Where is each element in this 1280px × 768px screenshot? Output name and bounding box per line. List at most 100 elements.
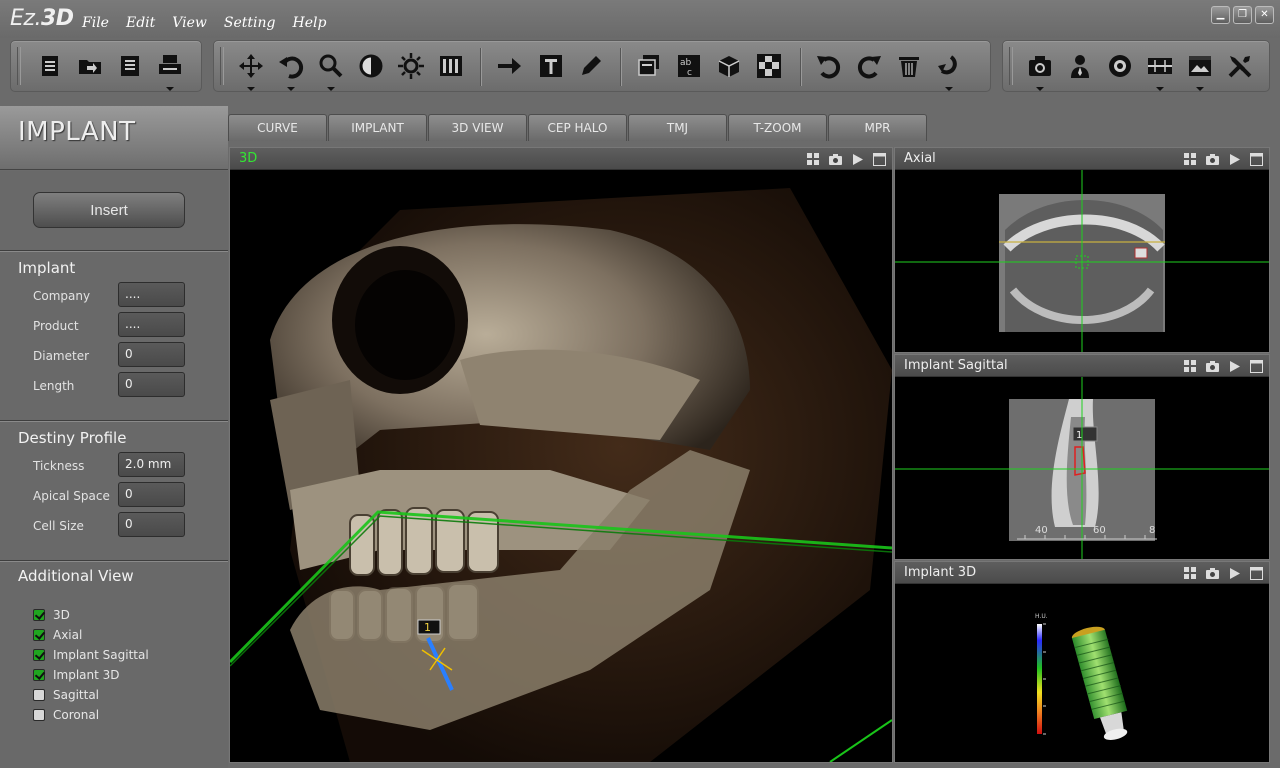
layout-grid-icon[interactable] <box>1183 359 1197 373</box>
snapshot-icon[interactable] <box>1205 359 1219 373</box>
view-implant-3d[interactable]: Implant 3D H.U. <box>894 561 1270 763</box>
checkbox-coronal[interactable] <box>33 709 45 721</box>
ruler-label-80: 8 <box>1149 525 1155 536</box>
diameter-field[interactable]: 0 <box>118 342 185 367</box>
tab-3d-view[interactable]: 3D VIEW <box>428 114 527 141</box>
checkbox-3d[interactable] <box>33 609 45 621</box>
menu-edit[interactable]: Edit <box>126 15 155 31</box>
trash-button[interactable] <box>892 50 926 82</box>
text-button[interactable] <box>534 50 568 82</box>
layers-button[interactable] <box>632 50 666 82</box>
insert-button[interactable]: Insert <box>33 192 185 228</box>
brightness-icon <box>398 53 424 79</box>
additional-view-3d[interactable]: 3D <box>33 607 70 623</box>
close-button[interactable]: ✕ <box>1255 6 1274 24</box>
patient-button[interactable] <box>1063 50 1097 82</box>
abc-label-button[interactable]: ab c <box>672 50 706 82</box>
brightness-button[interactable] <box>394 50 428 82</box>
reset-button[interactable] <box>932 50 966 91</box>
minimize-button[interactable]: ▁ <box>1211 6 1230 24</box>
additional-view-implant-sagittal[interactable]: Implant Sagittal <box>33 647 149 663</box>
tab-mpr[interactable]: MPR <box>828 114 927 141</box>
thickness-field[interactable]: 2.0 mm <box>118 452 185 477</box>
menu-view[interactable]: View <box>172 15 207 31</box>
play-icon[interactable] <box>1227 566 1241 580</box>
disc-button[interactable] <box>1103 50 1137 82</box>
snapshot-icon[interactable] <box>828 152 842 166</box>
play-icon[interactable] <box>1227 359 1241 373</box>
rotate-button[interactable] <box>274 50 308 91</box>
hu-color-scale <box>1037 624 1042 734</box>
additional-view-axial[interactable]: Axial <box>33 627 82 643</box>
cube-button[interactable] <box>712 50 746 82</box>
tab-cep-halo[interactable]: CEP HALO <box>528 114 627 141</box>
tools-icon <box>1228 56 1252 78</box>
compare-button[interactable] <box>1143 50 1177 91</box>
cell-size-field[interactable]: 0 <box>118 512 185 537</box>
view-implant3d-canvas[interactable]: H.U. <box>895 584 1269 762</box>
layout-grid-icon[interactable] <box>806 152 820 166</box>
play-icon[interactable] <box>1227 152 1241 166</box>
tab-curve[interactable]: CURVE <box>228 114 327 141</box>
checkbox-label: 3D <box>53 608 70 622</box>
view-sagittal-canvas[interactable]: 1 40 60 8 <box>895 377 1269 559</box>
save-button[interactable] <box>113 50 147 82</box>
checkbox-axial[interactable] <box>33 629 45 641</box>
move-button[interactable] <box>234 50 268 91</box>
tools-button[interactable] <box>1223 50 1257 82</box>
tab-t-zoom[interactable]: T-ZOOM <box>728 114 827 141</box>
zoom-button[interactable] <box>314 50 348 91</box>
restore-button[interactable]: ❐ <box>1233 6 1252 24</box>
maximize-icon[interactable] <box>1249 152 1263 166</box>
company-field[interactable]: .... <box>118 282 185 307</box>
redo-button[interactable] <box>852 50 886 82</box>
product-field[interactable]: .... <box>118 312 185 337</box>
new-document-button[interactable] <box>33 50 67 82</box>
maximize-icon[interactable] <box>1249 359 1263 373</box>
cube-icon <box>718 56 740 77</box>
menu-help[interactable]: Help <box>292 15 326 31</box>
view-axial[interactable]: Axial <box>894 147 1270 353</box>
layout-columns-icon <box>440 56 462 76</box>
checkbox-label: Coronal <box>53 708 100 722</box>
checkbox-implant-3d[interactable] <box>33 669 45 681</box>
apical-space-field[interactable]: 0 <box>118 482 185 507</box>
additional-view-implant-3d[interactable]: Implant 3D <box>33 667 120 683</box>
layout-grid-icon[interactable] <box>1183 566 1197 580</box>
snapshot-icon[interactable] <box>1205 566 1219 580</box>
trash-icon <box>899 57 919 77</box>
image-button[interactable] <box>1183 50 1217 91</box>
maximize-icon[interactable] <box>1249 566 1263 580</box>
view-implant-sagittal[interactable]: Implant Sagittal 1 40 60 8 <box>894 354 1270 560</box>
menu-setting[interactable]: Setting <box>224 15 276 31</box>
contrast-button[interactable] <box>354 50 388 82</box>
density-section-title: Destiny Profile <box>18 429 127 447</box>
new-document-icon <box>42 56 58 76</box>
play-icon[interactable] <box>850 152 864 166</box>
view-3d-canvas[interactable]: 1 <box>230 170 892 762</box>
camera-button[interactable] <box>1023 50 1057 91</box>
open-folder-button[interactable] <box>73 50 107 82</box>
additional-view-sagittal[interactable]: Sagittal <box>33 687 99 703</box>
checkbox-implant-sagittal[interactable] <box>33 649 45 661</box>
print-button[interactable] <box>153 50 187 91</box>
menu-file[interactable]: File <box>82 15 109 31</box>
checker-button[interactable] <box>752 50 786 82</box>
undo-button[interactable] <box>812 50 846 82</box>
maximize-icon[interactable] <box>872 152 886 166</box>
view-3d[interactable]: 3D 1 <box>229 147 893 763</box>
checkbox-sagittal[interactable] <box>33 689 45 701</box>
additional-view-coronal[interactable]: Coronal <box>33 707 99 723</box>
text-icon <box>540 55 562 77</box>
view-3d-header: 3D <box>230 148 892 170</box>
layout-grid-icon[interactable] <box>1183 152 1197 166</box>
pencil-button[interactable] <box>574 50 608 82</box>
arrow-button[interactable] <box>492 50 526 82</box>
snapshot-icon[interactable] <box>1205 152 1219 166</box>
layout-columns-button[interactable] <box>434 50 468 82</box>
tab-tmj[interactable]: TMJ <box>628 114 727 141</box>
tab-implant[interactable]: IMPLANT <box>328 114 427 141</box>
ruler-label-60: 60 <box>1093 525 1106 536</box>
length-field[interactable]: 0 <box>118 372 185 397</box>
view-axial-canvas[interactable] <box>895 170 1269 352</box>
